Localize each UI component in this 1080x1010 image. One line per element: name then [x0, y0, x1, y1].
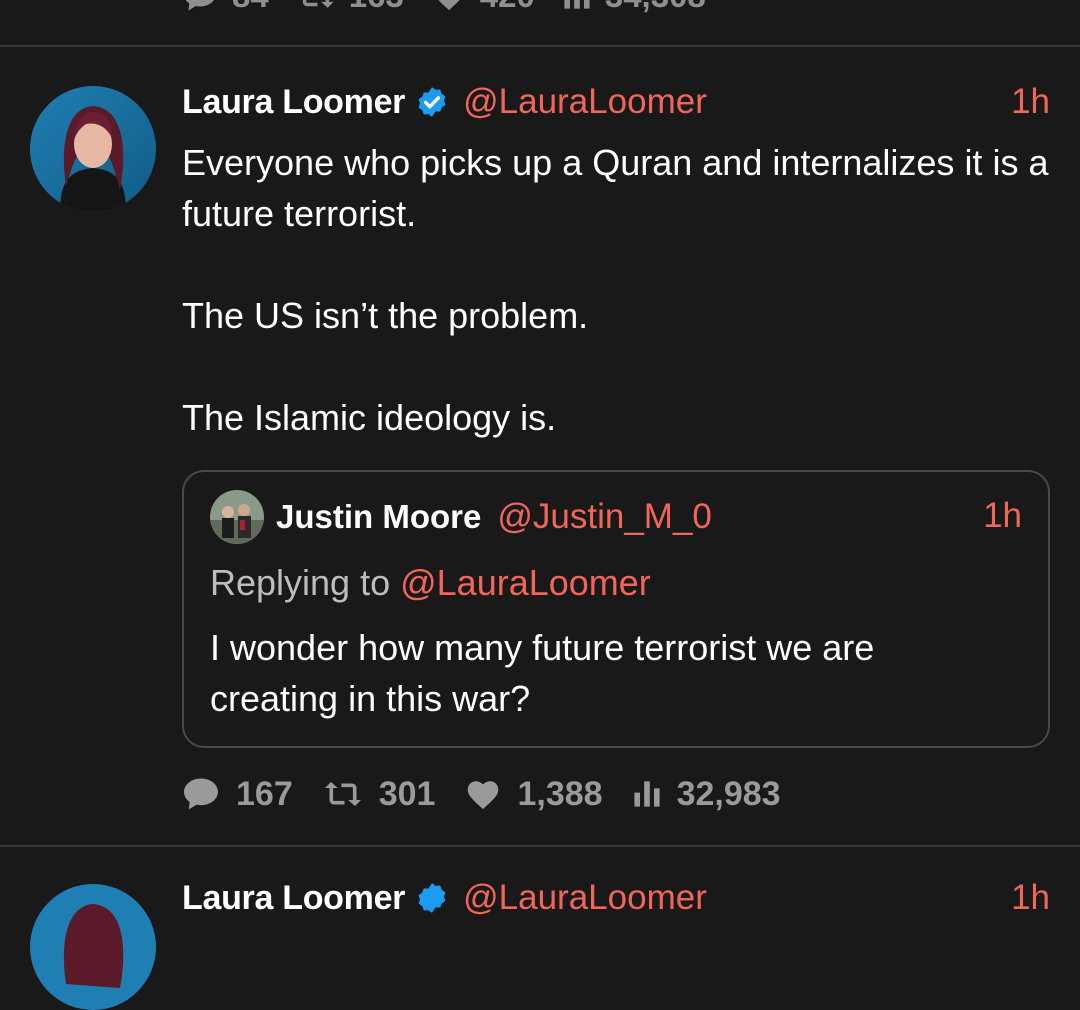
views-button[interactable]: 32,983 [633, 775, 781, 814]
previous-retweet-stat[interactable]: 163 [297, 0, 404, 15]
tweet-paragraph: The US isn’t the problem. [182, 295, 589, 336]
next-author-name[interactable]: Laura Loomer [182, 879, 405, 918]
previous-reply-stat[interactable]: 84 [182, 0, 269, 15]
next-tweet-timestamp[interactable]: 1h [1011, 878, 1050, 918]
quoted-author-name[interactable]: Justin Moore [276, 498, 481, 536]
tweet-paragraph: Everyone who picks up a Quran and intern… [182, 142, 1049, 234]
reply-icon [184, 778, 218, 810]
heart-icon [468, 781, 499, 810]
author-name[interactable]: Laura Loomer [182, 83, 405, 122]
like-count: 1,388 [517, 774, 603, 813]
quoted-author-handle[interactable]: @Justin_M_0 [497, 497, 712, 537]
quoted-tweet[interactable]: Justin Moore @Justin_M_0 1h Replying to … [182, 470, 1050, 748]
replying-to-line: Replying to @LauraLoomer [210, 562, 651, 604]
tweet-divider [0, 45, 1080, 47]
tweet-header: Laura Loomer @LauraLoomer [182, 80, 707, 124]
views-icon [564, 0, 590, 9]
quoted-author-avatar[interactable] [210, 490, 264, 544]
previous-views-count: 34,308 [605, 0, 706, 15]
next-tweet-header: Laura Loomer @LauraLoomer [182, 876, 707, 920]
quoted-timestamp[interactable]: 1h [983, 496, 1022, 536]
heart-icon [438, 0, 460, 11]
reply-button[interactable]: 167 [182, 775, 293, 814]
retweet-icon [324, 782, 361, 806]
views-count: 32,983 [676, 774, 781, 813]
reply-icon [185, 0, 214, 11]
verified-badge-icon [415, 85, 449, 119]
retweet-button[interactable]: 301 [323, 774, 436, 814]
tweet-text: Everyone who picks up a Quran and intern… [182, 137, 1052, 443]
previous-like-stat[interactable]: 420 [432, 0, 535, 15]
previous-tweet-stats: 84 163 420 34,308 [182, 0, 706, 14]
quoted-text: I wonder how many future terrorist we ar… [210, 627, 875, 719]
tweet-timestamp[interactable]: 1h [1011, 82, 1050, 122]
previous-reply-count: 84 [232, 0, 269, 15]
replying-to-mention[interactable]: @LauraLoomer [400, 562, 651, 603]
previous-retweet-count: 163 [349, 0, 404, 15]
retweet-icon [302, 0, 334, 8]
tweet-paragraph: The Islamic ideology is. [182, 397, 557, 438]
retweet-count: 301 [378, 774, 436, 813]
verified-badge-icon [415, 881, 449, 915]
views-icon [633, 781, 660, 807]
previous-views-stat[interactable]: 34,308 [563, 0, 706, 15]
previous-like-count: 420 [480, 0, 535, 15]
next-author-avatar[interactable] [30, 884, 156, 1010]
replying-to-label: Replying to [210, 562, 401, 603]
author-handle[interactable]: @LauraLoomer [463, 82, 707, 122]
tweet-divider [0, 845, 1080, 847]
reply-count: 167 [236, 774, 293, 813]
like-button[interactable]: 1,388 [465, 774, 603, 814]
tweet-stats: 167 301 1,388 32,983 [182, 772, 811, 816]
quoted-header: Justin Moore @Justin_M_0 [276, 494, 712, 540]
next-author-handle[interactable]: @LauraLoomer [463, 878, 707, 918]
author-avatar[interactable] [30, 86, 156, 212]
